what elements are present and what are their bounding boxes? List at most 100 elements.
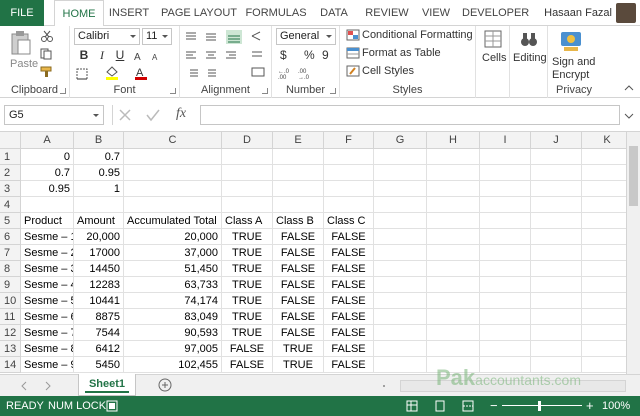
cell[interactable]	[374, 181, 427, 197]
cancel-icon[interactable]	[118, 108, 132, 122]
format-as-table-label[interactable]: Format as Table	[362, 47, 441, 59]
vertical-scrollbar[interactable]	[626, 132, 640, 374]
cell[interactable]: FALSE	[324, 325, 374, 341]
font-launcher-icon[interactable]	[170, 88, 176, 94]
cell[interactable]	[582, 325, 626, 341]
cell[interactable]	[124, 165, 222, 181]
cell[interactable]	[480, 277, 531, 293]
cell[interactable]	[374, 261, 427, 277]
row-header[interactable]: 6	[0, 229, 21, 245]
cell[interactable]	[427, 325, 480, 341]
cell[interactable]: FALSE	[273, 325, 324, 341]
cell[interactable]: TRUE	[222, 245, 273, 261]
alignment-launcher-icon[interactable]	[262, 88, 268, 94]
cell[interactable]	[582, 149, 626, 165]
decimal-icon[interactable]: ←.0 .00 .00 →.0	[278, 66, 318, 80]
cell[interactable]: Sesme – 9	[21, 357, 74, 373]
cell[interactable]	[324, 149, 374, 165]
cell[interactable]	[531, 277, 582, 293]
column-header[interactable]: H	[427, 132, 480, 149]
cell[interactable]	[324, 197, 374, 213]
cell[interactable]	[531, 341, 582, 357]
cell[interactable]	[582, 197, 626, 213]
row-header[interactable]: 4	[0, 197, 21, 213]
column-header[interactable]: D	[222, 132, 273, 149]
cell[interactable]	[480, 261, 531, 277]
cell[interactable]: FALSE	[324, 277, 374, 293]
cell[interactable]: Sesme – 4	[21, 277, 74, 293]
cell[interactable]: Class A	[222, 213, 273, 229]
font-size-select[interactable]: 11	[142, 28, 172, 45]
cell[interactable]	[273, 149, 324, 165]
wrap-merge-icon[interactable]	[250, 30, 266, 80]
cell[interactable]: Sesme – 8	[21, 341, 74, 357]
tab-file[interactable]: FILE	[0, 0, 44, 26]
cells-label[interactable]: Cells	[482, 52, 506, 64]
italic-button[interactable]: I	[94, 48, 110, 63]
cell[interactable]: TRUE	[222, 261, 273, 277]
cell[interactable]	[222, 181, 273, 197]
cell[interactable]	[582, 213, 626, 229]
cell[interactable]: Sesme – 1	[21, 229, 74, 245]
cell[interactable]	[531, 229, 582, 245]
cell[interactable]	[427, 293, 480, 309]
cell[interactable]: 10441	[74, 293, 124, 309]
cell[interactable]	[427, 261, 480, 277]
cell[interactable]: 1	[74, 181, 124, 197]
cell[interactable]	[531, 261, 582, 277]
cell[interactable]	[531, 197, 582, 213]
cell[interactable]	[427, 309, 480, 325]
row-header[interactable]: 7	[0, 245, 21, 261]
cell[interactable]	[374, 149, 427, 165]
cell[interactable]: Sesme – 6	[21, 309, 74, 325]
tab-review[interactable]: REVIEW	[364, 0, 410, 26]
cell[interactable]	[582, 293, 626, 309]
cell[interactable]: TRUE	[222, 309, 273, 325]
underline-button[interactable]: U	[112, 48, 128, 62]
cell[interactable]	[480, 181, 531, 197]
cell[interactable]	[480, 197, 531, 213]
cell[interactable]	[427, 197, 480, 213]
cell[interactable]: TRUE	[222, 325, 273, 341]
font-color-icon[interactable]: A	[134, 66, 156, 80]
cell[interactable]: FALSE	[324, 309, 374, 325]
select-all-corner[interactable]	[0, 132, 21, 149]
cell[interactable]: 14450	[74, 261, 124, 277]
cell[interactable]	[480, 245, 531, 261]
cell[interactable]	[480, 341, 531, 357]
cell[interactable]	[427, 149, 480, 165]
cell[interactable]	[324, 181, 374, 197]
conditional-formatting-icon[interactable]	[346, 29, 360, 41]
cell[interactable]	[480, 149, 531, 165]
cell[interactable]: TRUE	[222, 293, 273, 309]
cell-styles-icon[interactable]	[346, 65, 360, 77]
cell[interactable]	[124, 197, 222, 213]
cell[interactable]	[374, 277, 427, 293]
row-header[interactable]: 9	[0, 277, 21, 293]
row-header[interactable]: 13	[0, 341, 21, 357]
cell[interactable]: 74,174	[124, 293, 222, 309]
zoom-out-button[interactable]: −	[490, 396, 498, 416]
page-layout-view-icon[interactable]	[434, 400, 446, 412]
next-sheet-icon[interactable]	[44, 381, 52, 391]
cell[interactable]: TRUE	[273, 341, 324, 357]
collapse-ribbon-icon[interactable]	[624, 84, 634, 92]
cell[interactable]	[374, 325, 427, 341]
cell[interactable]	[531, 245, 582, 261]
prev-sheet-icon[interactable]	[20, 381, 28, 391]
row-header[interactable]: 5	[0, 213, 21, 229]
avatar[interactable]	[616, 3, 636, 23]
cell[interactable]: 17000	[74, 245, 124, 261]
column-header[interactable]: A	[21, 132, 74, 149]
formula-input[interactable]	[200, 105, 620, 125]
cell[interactable]: FALSE	[273, 293, 324, 309]
cell[interactable]: 6412	[74, 341, 124, 357]
cell[interactable]	[324, 165, 374, 181]
copy-icon[interactable]	[40, 48, 56, 60]
column-header[interactable]: J	[531, 132, 582, 149]
page-break-view-icon[interactable]	[462, 400, 474, 412]
cell[interactable]	[374, 293, 427, 309]
format-painter-icon[interactable]	[40, 66, 54, 78]
cell[interactable]	[273, 165, 324, 181]
cell[interactable]	[374, 309, 427, 325]
